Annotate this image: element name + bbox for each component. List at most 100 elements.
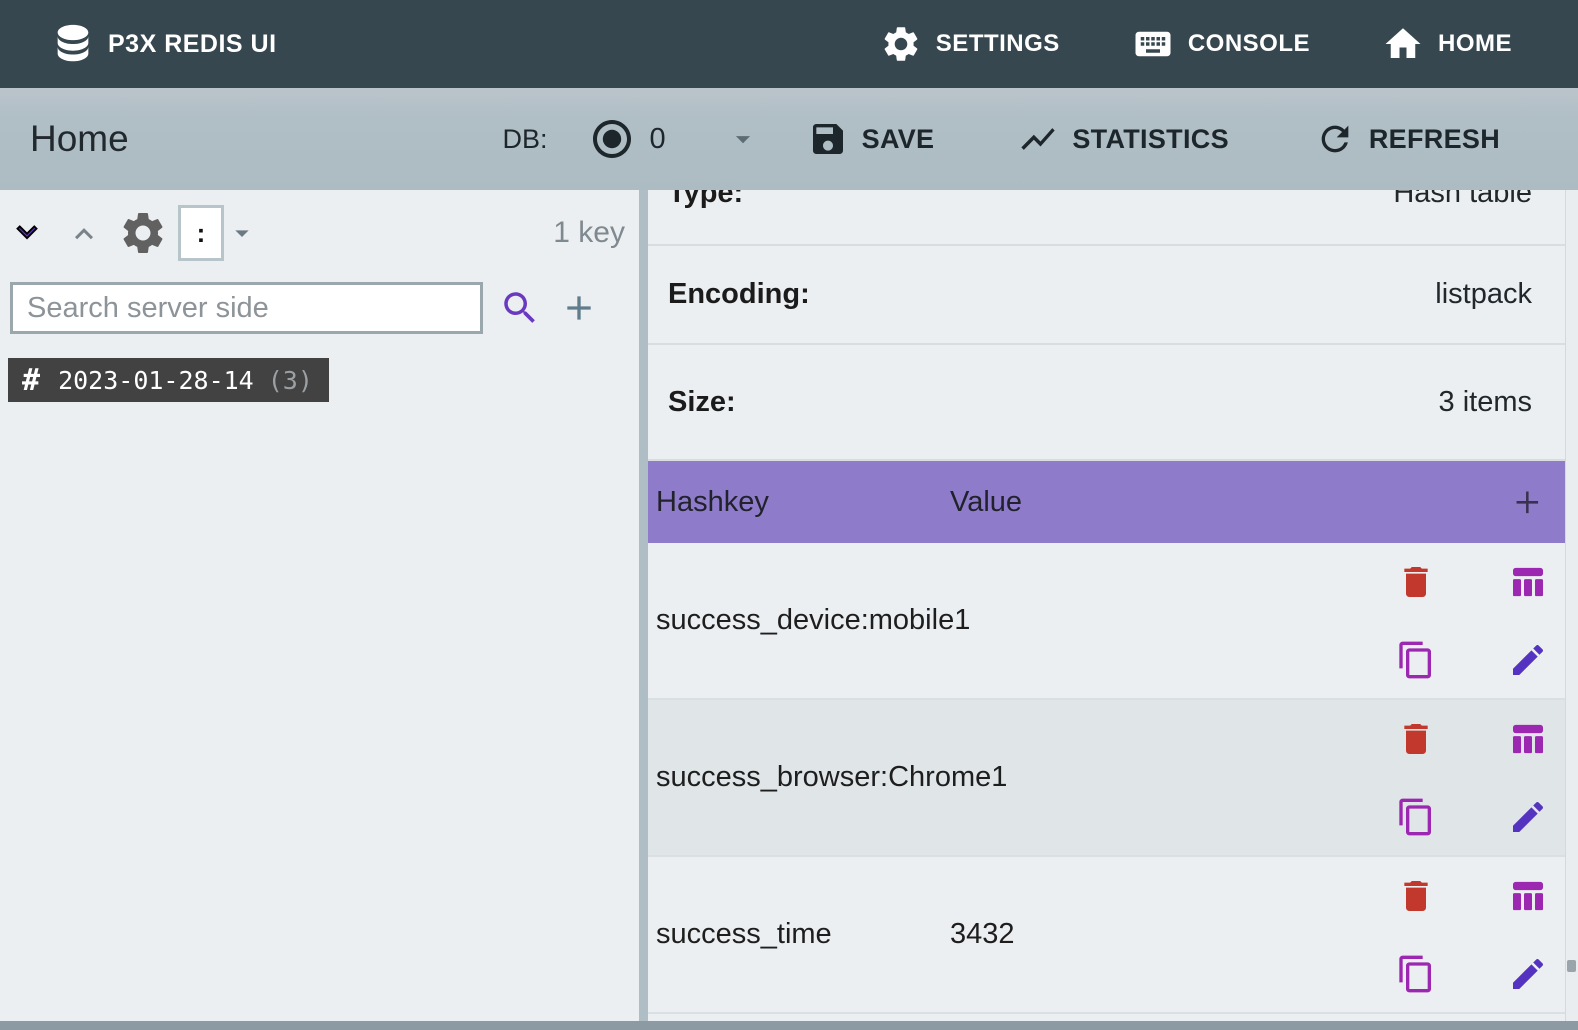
console-button[interactable]: CONSOLE <box>1132 23 1310 65</box>
bottom-edge-bar <box>0 1021 1578 1030</box>
view-columns-button[interactable] <box>1508 562 1548 602</box>
add-hashkey-button[interactable] <box>1508 483 1546 521</box>
home-label: HOME <box>1438 30 1512 57</box>
hash-table-row: success_browser:Chrome1 <box>648 700 1578 857</box>
trash-icon <box>1404 880 1428 911</box>
trash-icon <box>1404 723 1428 754</box>
main-area: : 1 key # 2023-01-28-14 (3) Type: <box>0 190 1578 1030</box>
copy-hashkey-button[interactable] <box>1396 797 1436 837</box>
db-dropdown-button[interactable] <box>726 122 760 156</box>
hashvalue-text: 3432 <box>950 918 1015 950</box>
tree-item-key[interactable]: # 2023-01-28-14 (3) <box>8 358 329 402</box>
hash-table-row: success_device:mobile1 <box>648 543 1578 700</box>
tree-settings-button[interactable] <box>118 208 168 258</box>
app-bar: P3X REDIS UI SETTINGS CONSOLE HOME <box>0 0 1578 88</box>
hashkey-text: success_time <box>656 918 832 950</box>
copy-icon <box>1399 798 1431 835</box>
chevron-up-icon <box>75 228 93 240</box>
info-label: Type: <box>668 190 744 209</box>
save-button[interactable]: SAVE <box>808 119 935 159</box>
view-columns-button[interactable] <box>1508 719 1548 759</box>
db-label: DB: <box>502 123 548 154</box>
vertical-scrollbar[interactable] <box>1565 190 1578 1030</box>
column-header-value: Value <box>950 485 1023 518</box>
pencil-icon <box>1513 958 1544 989</box>
edit-hashkey-button[interactable] <box>1508 797 1548 837</box>
collapse-all-button[interactable] <box>66 215 102 251</box>
info-row-encoding: Encoding: listpack <box>648 246 1578 345</box>
pencil-icon <box>1513 644 1544 675</box>
search-button[interactable] <box>499 287 541 329</box>
separator-dropdown-button[interactable] <box>226 217 258 249</box>
edit-hashkey-button[interactable] <box>1508 640 1548 680</box>
expand-all-button[interactable] <box>8 214 46 252</box>
plus-icon <box>567 296 591 320</box>
db-radio-selected[interactable]: 0 <box>588 115 666 163</box>
copy-hashkey-button[interactable] <box>1396 954 1436 994</box>
save-label: SAVE <box>861 123 935 154</box>
delete-hashkey-button[interactable] <box>1396 876 1436 916</box>
radio-checked-icon <box>592 120 631 158</box>
add-key-button[interactable] <box>559 288 599 328</box>
plus-icon <box>1516 491 1539 514</box>
statistics-label: STATISTICS <box>1072 123 1229 154</box>
settings-button[interactable]: SETTINGS <box>880 23 1060 65</box>
info-value: 3 items <box>1438 385 1532 418</box>
hashkey-text: success_device:mobile1 <box>656 604 971 636</box>
table-columns-icon <box>1513 567 1543 596</box>
app-logo: P3X REDIS UI <box>50 21 277 67</box>
home-icon <box>1385 28 1421 58</box>
trash-icon <box>1404 566 1428 597</box>
console-label: CONSOLE <box>1187 30 1310 57</box>
delete-hashkey-button[interactable] <box>1396 562 1436 602</box>
refresh-label: REFRESH <box>1368 123 1500 154</box>
db-value: 0 <box>649 122 666 155</box>
copy-icon <box>1399 955 1431 992</box>
info-row-type: Type: Hash table <box>648 190 1578 246</box>
info-row-size: Size: 3 items <box>648 345 1578 461</box>
info-value: listpack <box>1435 278 1532 310</box>
database-icon <box>57 24 89 62</box>
chart-icon <box>1021 128 1056 150</box>
scrollbar-thumb[interactable] <box>1567 960 1576 972</box>
settings-label: SETTINGS <box>935 30 1060 57</box>
key-detail-panel: Type: Hash table Encoding: listpack Size… <box>648 190 1578 1030</box>
copy-icon <box>1399 641 1431 678</box>
hash-type-icon: # <box>22 362 41 398</box>
copy-hashkey-button[interactable] <box>1396 640 1436 680</box>
search-input[interactable] <box>10 282 483 334</box>
tree-item-label: 2023-01-28-14 <box>58 365 254 395</box>
info-label: Encoding: <box>668 278 810 310</box>
separator-input[interactable]: : <box>178 205 224 261</box>
page-toolbar: Home DB: 0 SAVE STATISTICS REFRESH <box>0 88 1578 190</box>
tree-controls: : 1 key <box>8 204 629 262</box>
edit-hashkey-button[interactable] <box>1508 954 1548 994</box>
chevron-down-icon <box>16 225 38 240</box>
search-icon <box>504 292 535 323</box>
detail-scroll: Type: Hash table Encoding: listpack Size… <box>648 190 1578 1014</box>
home-button[interactable]: HOME <box>1382 23 1512 65</box>
refresh-button[interactable]: REFRESH <box>1315 119 1500 159</box>
caret-down-icon <box>235 230 249 237</box>
statistics-button[interactable]: STATISTICS <box>1018 119 1229 159</box>
caret-down-icon <box>735 136 750 144</box>
page-title: Home <box>30 118 129 159</box>
tree-item-count: (3) <box>267 365 313 395</box>
app-title: P3X REDIS UI <box>108 29 277 58</box>
info-label: Size: <box>668 385 736 418</box>
table-columns-icon <box>1513 724 1543 753</box>
search-row <box>10 282 629 334</box>
gear-icon <box>123 213 163 253</box>
pencil-icon <box>1513 801 1544 832</box>
keys-sidebar: : 1 key # 2023-01-28-14 (3) <box>0 190 639 1030</box>
app-nav: SETTINGS CONSOLE HOME <box>880 23 1512 65</box>
delete-hashkey-button[interactable] <box>1396 719 1436 759</box>
save-icon <box>812 124 843 154</box>
view-columns-button[interactable] <box>1508 876 1548 916</box>
key-count: 1 key <box>553 216 625 249</box>
gear-icon <box>884 27 918 61</box>
info-value: Hash table <box>1393 190 1532 209</box>
table-columns-icon <box>1513 881 1543 910</box>
column-header-hashkey: Hashkey <box>656 485 769 518</box>
panel-splitter[interactable] <box>639 190 648 1030</box>
